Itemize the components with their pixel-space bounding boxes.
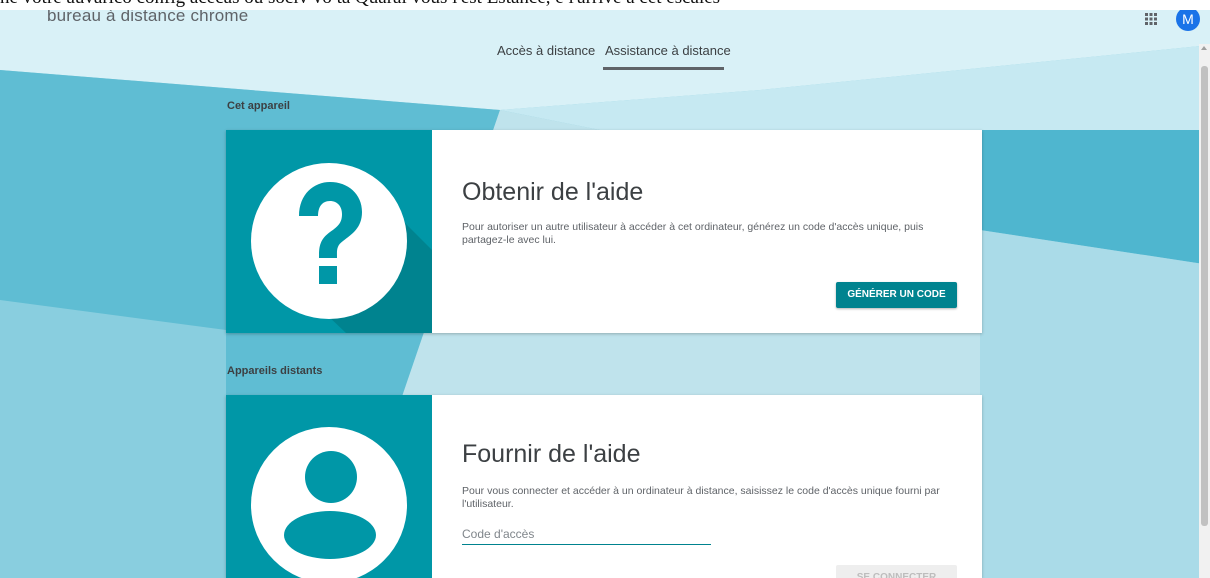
generate-code-button[interactable]: GÉNÉRER UN CODE [836, 282, 957, 308]
apps-grid-icon[interactable] [1143, 11, 1159, 27]
tab-bar: Accès à distance Assistance à distance [0, 44, 1210, 72]
tab-remote-assistance[interactable]: Assistance à distance [605, 44, 731, 68]
get-help-illustration [226, 130, 432, 333]
give-help-title: Fournir de l'aide [462, 440, 641, 468]
give-help-illustration [226, 395, 432, 578]
section-label-this-device: Cet appareil [227, 100, 290, 112]
account-avatar[interactable]: M [1176, 7, 1200, 31]
question-mark-icon [251, 163, 432, 333]
get-help-card: Obtenir de l'aide Pour autoriser un autr… [226, 130, 982, 333]
tab-remote-access[interactable]: Accès à distance [497, 44, 595, 68]
scrollbar-thumb[interactable] [1201, 66, 1208, 526]
vertical-scrollbar[interactable] [1199, 44, 1210, 578]
give-help-card: Fournir de l'aide Pour vous connecter et… [226, 395, 982, 578]
get-help-title: Obtenir de l'aide [462, 178, 644, 206]
section-label-remote-devices: Appareils distants [227, 365, 323, 377]
connect-button[interactable]: SE CONNECTER [836, 565, 957, 578]
overlay-text: ne votre auvarico config acecas ou sociv… [0, 0, 720, 9]
get-help-description: Pour autoriser un autre utilisateur à ac… [462, 221, 924, 246]
scroll-up-arrow-icon[interactable] [1201, 46, 1207, 50]
give-help-description: Pour vous connecter et accéder à un ordi… [462, 485, 940, 510]
person-icon [251, 427, 407, 578]
active-tab-indicator [603, 67, 724, 70]
access-code-input[interactable] [462, 524, 711, 545]
top-overlay-strip: ne votre auvarico config acecas ou sociv… [0, 0, 1210, 10]
